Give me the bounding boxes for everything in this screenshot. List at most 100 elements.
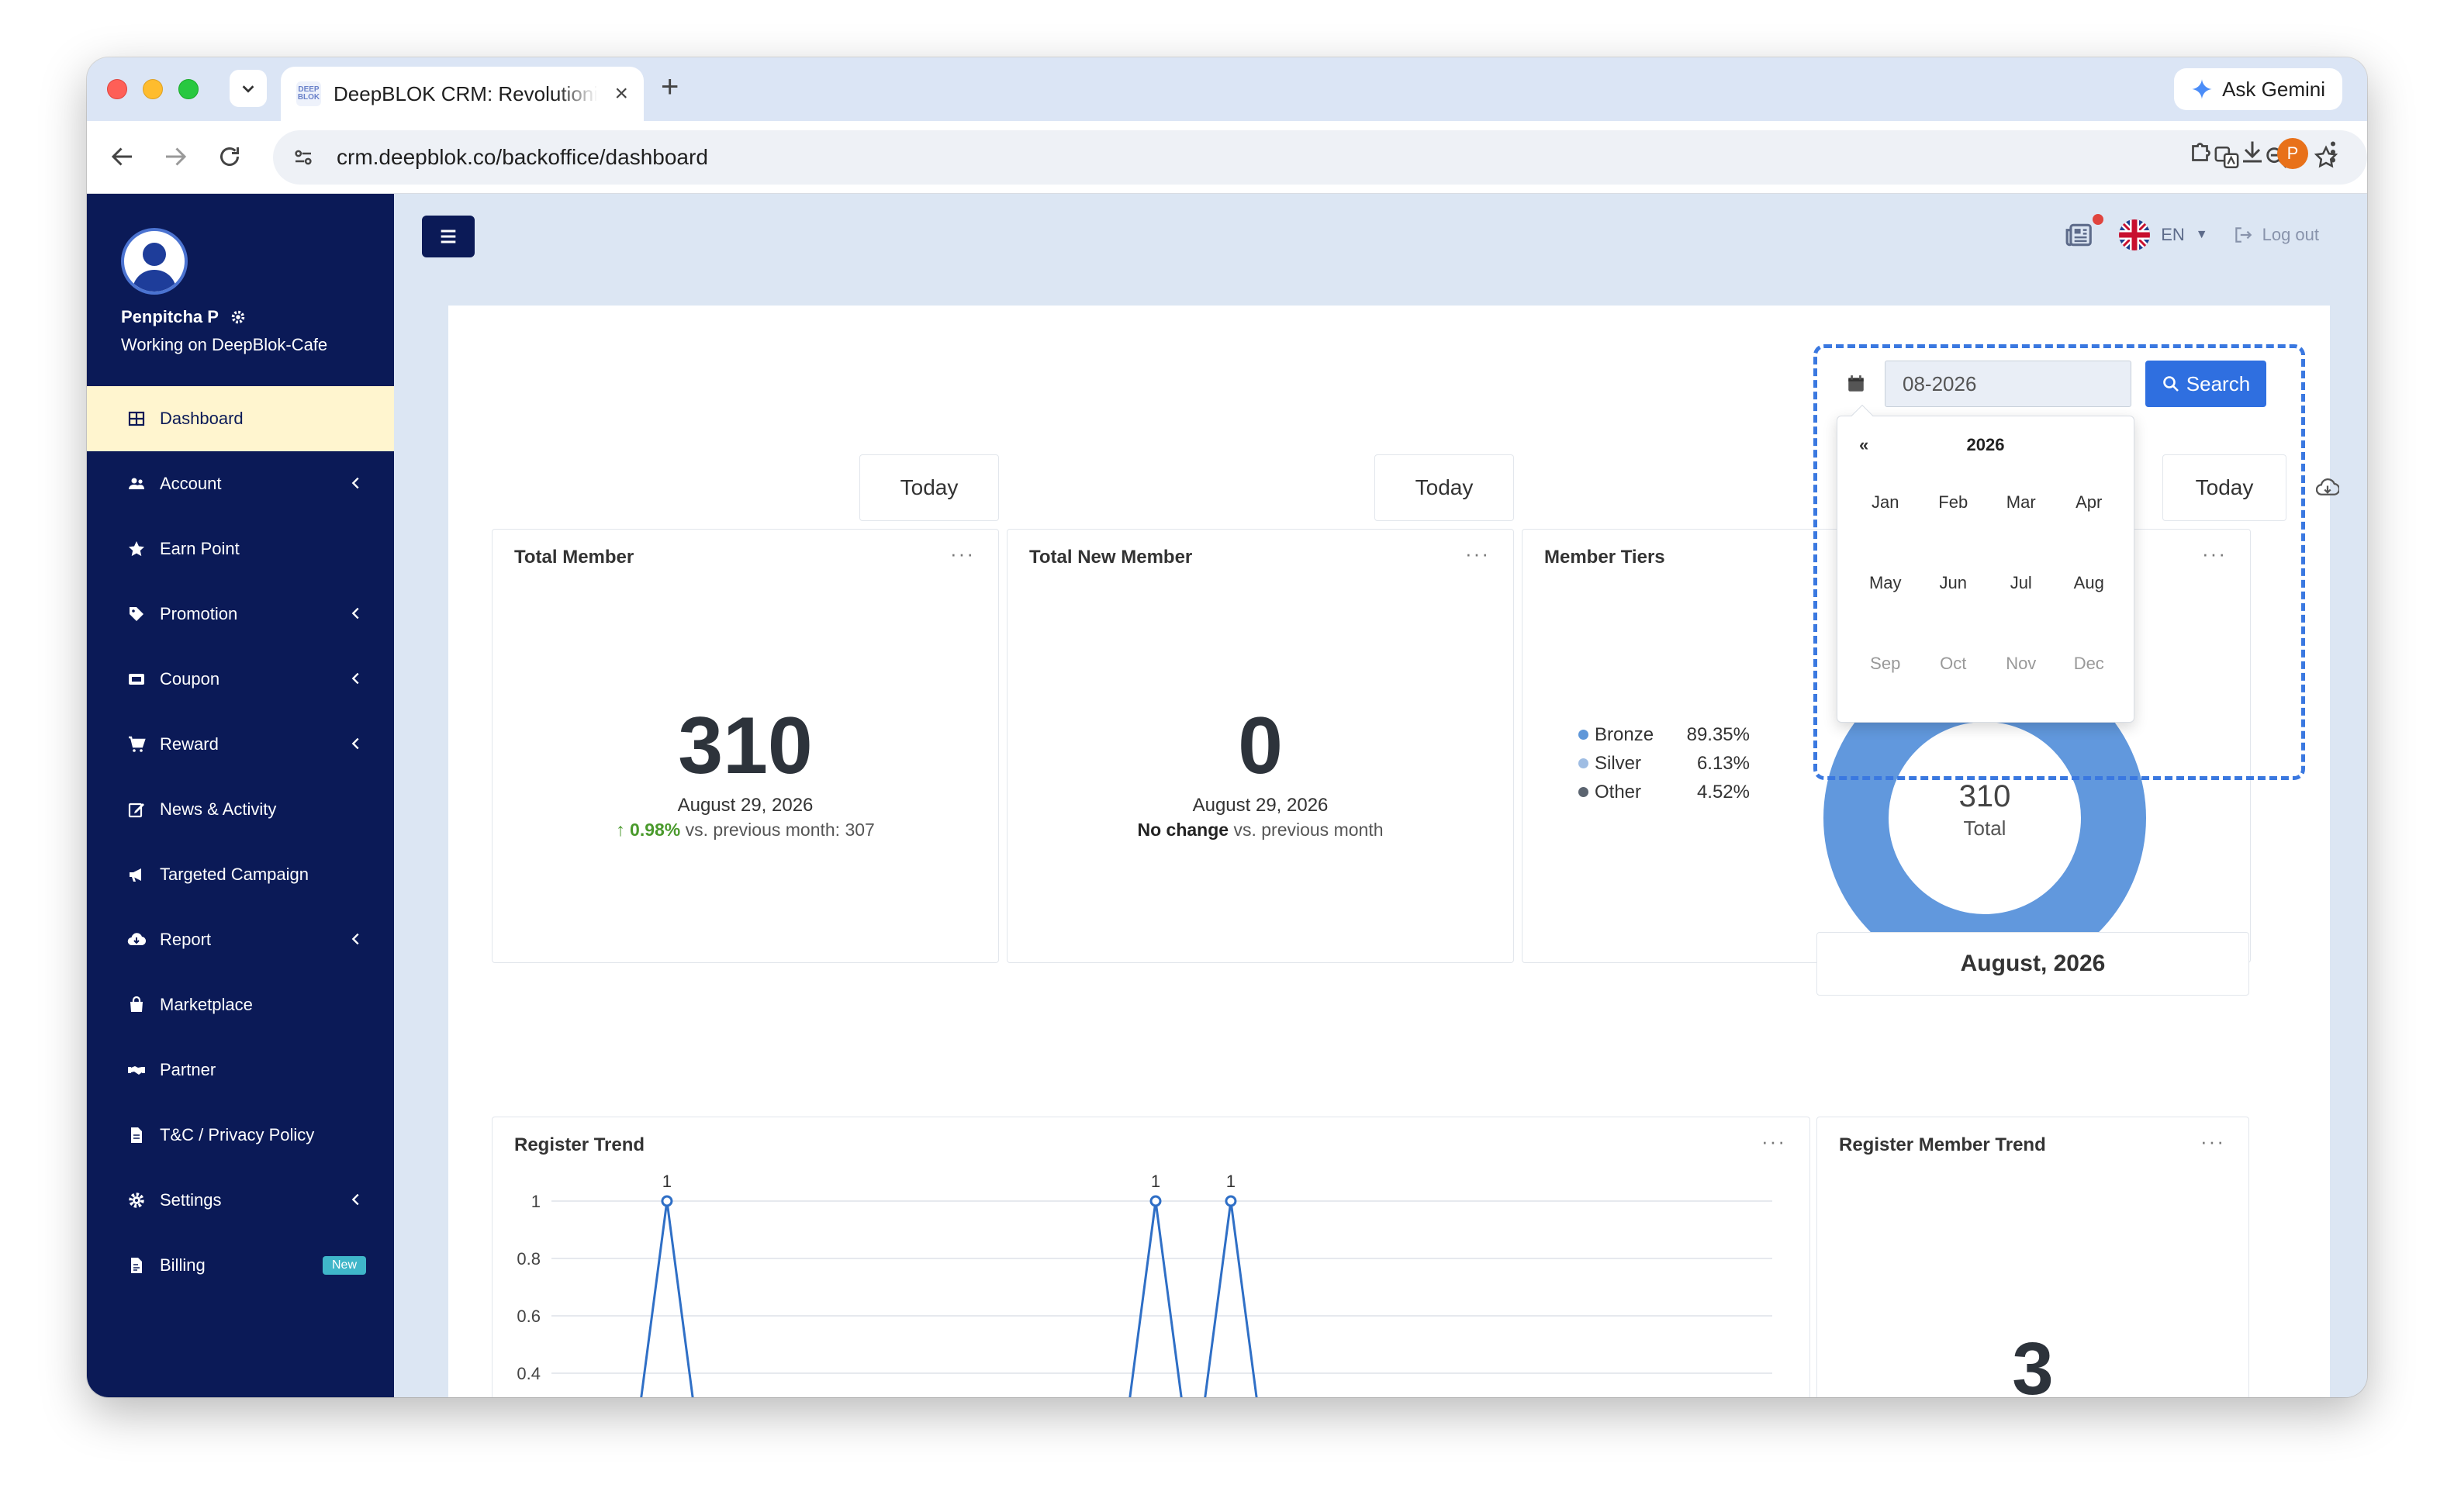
back-button[interactable] bbox=[109, 143, 137, 171]
legend-label: Other bbox=[1595, 781, 1642, 803]
browser-toolbar: crm.deepblok.co/backoffice/dashboard bbox=[87, 121, 2367, 194]
month-option[interactable]: May bbox=[1851, 573, 1920, 596]
deepblok-favicon: DEEP BLOK bbox=[296, 81, 321, 106]
notifications-button[interactable] bbox=[2065, 214, 2104, 250]
month-filter-row: 08-2026 Search bbox=[1830, 358, 2305, 409]
profile-button[interactable]: P bbox=[2277, 138, 2308, 169]
month-option[interactable]: Jan bbox=[1851, 492, 1920, 516]
close-tab-icon[interactable]: × bbox=[614, 82, 628, 105]
card-title: Member Tiers bbox=[1544, 547, 1665, 568]
sidebar-item-label: Targeted Campaign bbox=[160, 865, 309, 884]
sidebar-item-label: Earn Point bbox=[160, 539, 240, 558]
sidebar-item-billing[interactable]: Billing New bbox=[87, 1233, 394, 1298]
shopping-bag-icon bbox=[126, 994, 147, 1016]
register-member-trend-card: Register Member Trend ··· 3 bbox=[1816, 1117, 2249, 1397]
ask-gemini-button[interactable]: Ask Gemini bbox=[2174, 68, 2342, 110]
downloads-button[interactable] bbox=[2238, 138, 2266, 166]
language-selector[interactable]: EN ▼ bbox=[2119, 219, 2208, 250]
calendar-icon[interactable] bbox=[1830, 360, 1882, 408]
data-point[interactable] bbox=[661, 1195, 673, 1207]
sidebar-item-reward[interactable]: Reward bbox=[87, 712, 394, 777]
users-icon bbox=[126, 473, 147, 495]
bullhorn-icon bbox=[126, 864, 147, 885]
data-point[interactable] bbox=[1225, 1195, 1237, 1207]
legend-item: Other 4.52% bbox=[1578, 778, 1750, 806]
sidebar-item-news-activity[interactable]: News & Activity bbox=[87, 777, 394, 842]
sidebar-item-earn-point[interactable]: Earn Point bbox=[87, 516, 394, 582]
new-member-value: 0 bbox=[1238, 701, 1283, 791]
user-name: Penpitcha P bbox=[121, 307, 219, 326]
sidebar-item-account[interactable]: Account bbox=[87, 451, 394, 516]
site-settings-icon[interactable] bbox=[292, 146, 315, 169]
sidebar-item-settings[interactable]: Settings bbox=[87, 1168, 394, 1233]
more-horizontal-icon[interactable]: ··· bbox=[950, 542, 975, 566]
change-percent: 0.98% bbox=[630, 820, 681, 840]
sidebar-item-report[interactable]: Report bbox=[87, 907, 394, 972]
month-option[interactable]: Aug bbox=[2055, 573, 2124, 596]
total-member-today-button[interactable]: Today bbox=[859, 454, 999, 521]
legend-percent: 4.52% bbox=[1696, 781, 1750, 803]
extensions-button[interactable] bbox=[2187, 138, 2215, 166]
gear-icon[interactable] bbox=[230, 309, 247, 326]
uk-flag-icon bbox=[2119, 219, 2151, 250]
legend-percent: 6.13% bbox=[1696, 752, 1750, 774]
tab-search-button[interactable] bbox=[230, 70, 267, 107]
download-icon bbox=[2243, 141, 2262, 163]
sidebar-item-targeted-campaign[interactable]: Targeted Campaign bbox=[87, 842, 394, 907]
page: Penpitcha P Working on DeepBlok-Cafe Das… bbox=[87, 194, 2367, 1397]
address-bar[interactable]: crm.deepblok.co/backoffice/dashboard bbox=[273, 130, 2367, 185]
minimize-window-button[interactable] bbox=[143, 79, 163, 99]
new-tab-icon[interactable]: + bbox=[661, 71, 679, 102]
workspace-label: Working on DeepBlok-Cafe bbox=[121, 335, 328, 354]
user-name-row: Penpitcha P bbox=[121, 307, 327, 327]
total-new-member-card: Total New Member ··· 0 August 29, 2026 N… bbox=[1007, 529, 1514, 963]
sidebar-item-partner[interactable]: Partner bbox=[87, 1037, 394, 1103]
maximize-window-button[interactable] bbox=[178, 79, 199, 99]
forward-button[interactable] bbox=[161, 143, 189, 171]
sidebar-item-promotion[interactable]: Promotion bbox=[87, 582, 394, 647]
legend-label: Silver bbox=[1595, 752, 1642, 774]
previous-year-button[interactable]: « bbox=[1859, 435, 1868, 455]
sidebar-toggle-button[interactable] bbox=[422, 216, 475, 257]
sidebar-item-label: Billing bbox=[160, 1255, 206, 1275]
month-option[interactable]: Mar bbox=[1987, 492, 2055, 516]
browser-menu-button[interactable] bbox=[2319, 138, 2347, 166]
table-icon bbox=[126, 408, 147, 430]
legend-percent: 89.35% bbox=[1686, 723, 1750, 745]
cart-icon bbox=[126, 734, 147, 755]
month-option[interactable]: Feb bbox=[1920, 492, 1988, 516]
sidebar-item-marketplace[interactable]: Marketplace bbox=[87, 972, 394, 1037]
sidebar-item-label: T&C / Privacy Policy bbox=[160, 1125, 315, 1144]
gemini-sparkle-icon bbox=[2192, 79, 2212, 99]
hamburger-icon bbox=[441, 230, 456, 243]
cloud-download-icon[interactable] bbox=[2316, 476, 2339, 499]
month-option[interactable]: Jul bbox=[1987, 573, 2055, 596]
search-button[interactable]: Search bbox=[2145, 361, 2266, 407]
month-option[interactable]: Jun bbox=[1920, 573, 1988, 596]
data-point[interactable] bbox=[1149, 1195, 1162, 1207]
month-option: Oct bbox=[1940, 654, 1967, 673]
star-icon bbox=[126, 538, 147, 560]
browser-tab[interactable]: DEEP BLOK DeepBLOK CRM: Revolutionize × bbox=[281, 67, 644, 121]
search-label: Search bbox=[2186, 371, 2251, 395]
sidebar-item-coupon[interactable]: Coupon bbox=[87, 647, 394, 712]
translate-icon[interactable] bbox=[2214, 144, 2240, 171]
month-option[interactable]: Apr bbox=[2055, 492, 2124, 516]
month-input[interactable]: 08-2026 bbox=[1885, 361, 2131, 407]
close-window-button[interactable] bbox=[107, 79, 127, 99]
logout-label: Log out bbox=[2262, 225, 2319, 244]
search-icon bbox=[2162, 376, 2179, 392]
reload-button[interactable] bbox=[216, 143, 244, 171]
logout-button[interactable]: Log out bbox=[2233, 225, 2319, 245]
avatar[interactable] bbox=[121, 228, 188, 295]
sidebar-item-tc-privacy[interactable]: T&C / Privacy Policy bbox=[87, 1103, 394, 1168]
more-horizontal-icon[interactable]: ··· bbox=[2200, 1130, 2225, 1154]
chevron-left-icon bbox=[351, 477, 359, 489]
legend-dot bbox=[1578, 758, 1588, 768]
sidebar-item-label: Reward bbox=[160, 734, 219, 754]
more-horizontal-icon[interactable]: ··· bbox=[1465, 542, 1490, 566]
sidebar-item-dashboard[interactable]: Dashboard bbox=[87, 386, 394, 451]
picker-year[interactable]: 2026 bbox=[1837, 435, 2134, 455]
change-text: No change bbox=[1137, 820, 1229, 840]
new-member-today-button[interactable]: Today bbox=[1374, 454, 1514, 521]
